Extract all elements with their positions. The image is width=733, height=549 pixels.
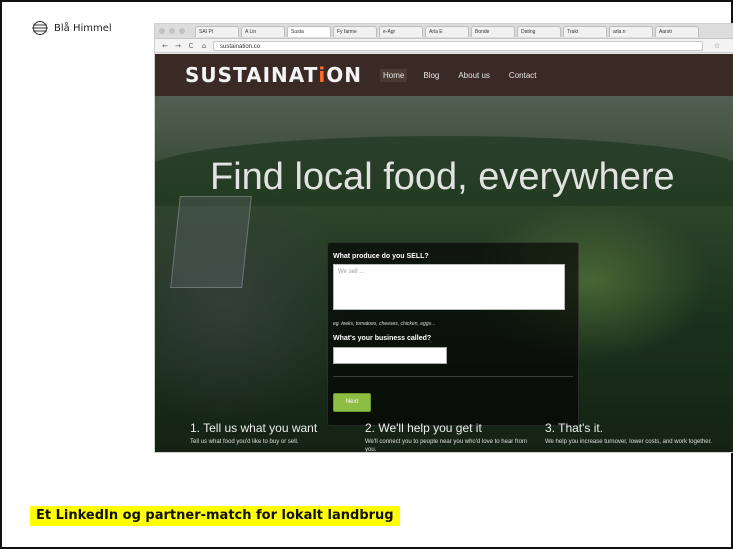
slide-frame: Blå Himmel SAI Pl A Lin Susta Fy farme e… bbox=[0, 0, 733, 549]
step-one: 1. Tell us what you want Tell us what fo… bbox=[190, 421, 360, 446]
nav-blog[interactable]: Blog bbox=[420, 69, 442, 82]
address-bar[interactable]: sustaination.co bbox=[213, 40, 703, 51]
browser-tab[interactable]: Arla E bbox=[425, 26, 469, 37]
back-icon[interactable]: ← bbox=[161, 42, 169, 50]
bookmark-star-icon[interactable]: ☆ bbox=[714, 42, 720, 50]
browser-tab[interactable]: Bonde bbox=[471, 26, 515, 37]
nav-contact[interactable]: Contact bbox=[506, 69, 540, 82]
close-window-icon[interactable] bbox=[159, 28, 165, 34]
business-name-input[interactable] bbox=[333, 347, 447, 364]
blue-sky-logo-icon bbox=[32, 21, 48, 35]
form-divider bbox=[333, 376, 573, 377]
step-three-title: 3. That's it. bbox=[545, 421, 604, 435]
business-question: What's your business called? bbox=[333, 335, 432, 342]
step-two-title: 2. We'll help you get it bbox=[365, 421, 482, 435]
next-button[interactable]: Next bbox=[333, 393, 371, 412]
step-two-text: We'll connect you to people near you who… bbox=[365, 439, 527, 452]
nav-home[interactable]: Home bbox=[379, 68, 408, 82]
site-logo-tail: ON bbox=[326, 63, 362, 87]
minimize-window-icon[interactable] bbox=[169, 28, 175, 34]
site-nav: Home Blog About us Contact bbox=[379, 68, 540, 82]
slide-caption: Et LinkedIn og partner-match for lokalt … bbox=[30, 506, 400, 526]
maximize-window-icon[interactable] bbox=[179, 28, 185, 34]
browser-tab[interactable]: A Lin bbox=[241, 26, 285, 37]
refresh-icon[interactable]: C bbox=[187, 42, 195, 50]
site-logo-text: SUSTAINAT bbox=[185, 63, 319, 87]
window-controls[interactable] bbox=[155, 24, 195, 38]
step-one-title: 1. Tell us what you want bbox=[190, 421, 318, 435]
nav-about[interactable]: About us bbox=[455, 69, 493, 82]
sell-textarea[interactable]: We sell ... bbox=[333, 264, 565, 310]
home-icon[interactable]: ⌂ bbox=[200, 42, 208, 50]
browser-tab[interactable]: Fy farme bbox=[333, 26, 377, 37]
signup-form: What produce do you SELL? We sell ... eg… bbox=[327, 242, 579, 426]
browser-tab[interactable]: SAI Pl bbox=[195, 26, 239, 37]
sell-question: What produce do you SELL? bbox=[333, 253, 429, 260]
brand: Blå Himmel bbox=[32, 20, 112, 36]
sell-hint: eg. leeks, tomatoes, cheeses, chicken, e… bbox=[333, 321, 436, 327]
browser-tab[interactable]: Trakt bbox=[563, 26, 607, 37]
hero-section: Find local food, everywhere What produce… bbox=[155, 96, 733, 452]
browser-tab-active[interactable]: Susta bbox=[287, 26, 331, 37]
step-two: 2. We'll help you get it We'll connect y… bbox=[365, 421, 535, 452]
site-logo[interactable]: SUSTAINATiON bbox=[185, 63, 362, 87]
step-three-text: We help you increase turnover, lower cos… bbox=[545, 439, 712, 445]
hero-title: Find local food, everywhere bbox=[210, 156, 675, 198]
browser-toolbar: ← → C ⌂ sustaination.co ☆ bbox=[155, 39, 733, 53]
browser-tab[interactable]: Dating bbox=[517, 26, 561, 37]
step-three: 3. That's it. We help you increase turno… bbox=[545, 421, 715, 446]
browser-tabbar: SAI Pl A Lin Susta Fy farme e-Agr Arla E… bbox=[155, 24, 733, 39]
browser-tab[interactable]: e-Agr bbox=[379, 26, 423, 37]
step-one-text: Tell us what food you'd like to buy or s… bbox=[190, 439, 299, 445]
browser-window: SAI Pl A Lin Susta Fy farme e-Agr Arla E… bbox=[155, 24, 733, 452]
site-header: SUSTAINATiON Home Blog About us Contact bbox=[155, 54, 733, 96]
browser-tab[interactable]: arla.n bbox=[609, 26, 653, 37]
browser-tab[interactable]: Aarsti bbox=[655, 26, 699, 37]
brand-name: Blå Himmel bbox=[54, 22, 112, 34]
tab-list: SAI Pl A Lin Susta Fy farme e-Agr Arla E… bbox=[195, 25, 699, 37]
forward-icon[interactable]: → bbox=[174, 42, 182, 50]
